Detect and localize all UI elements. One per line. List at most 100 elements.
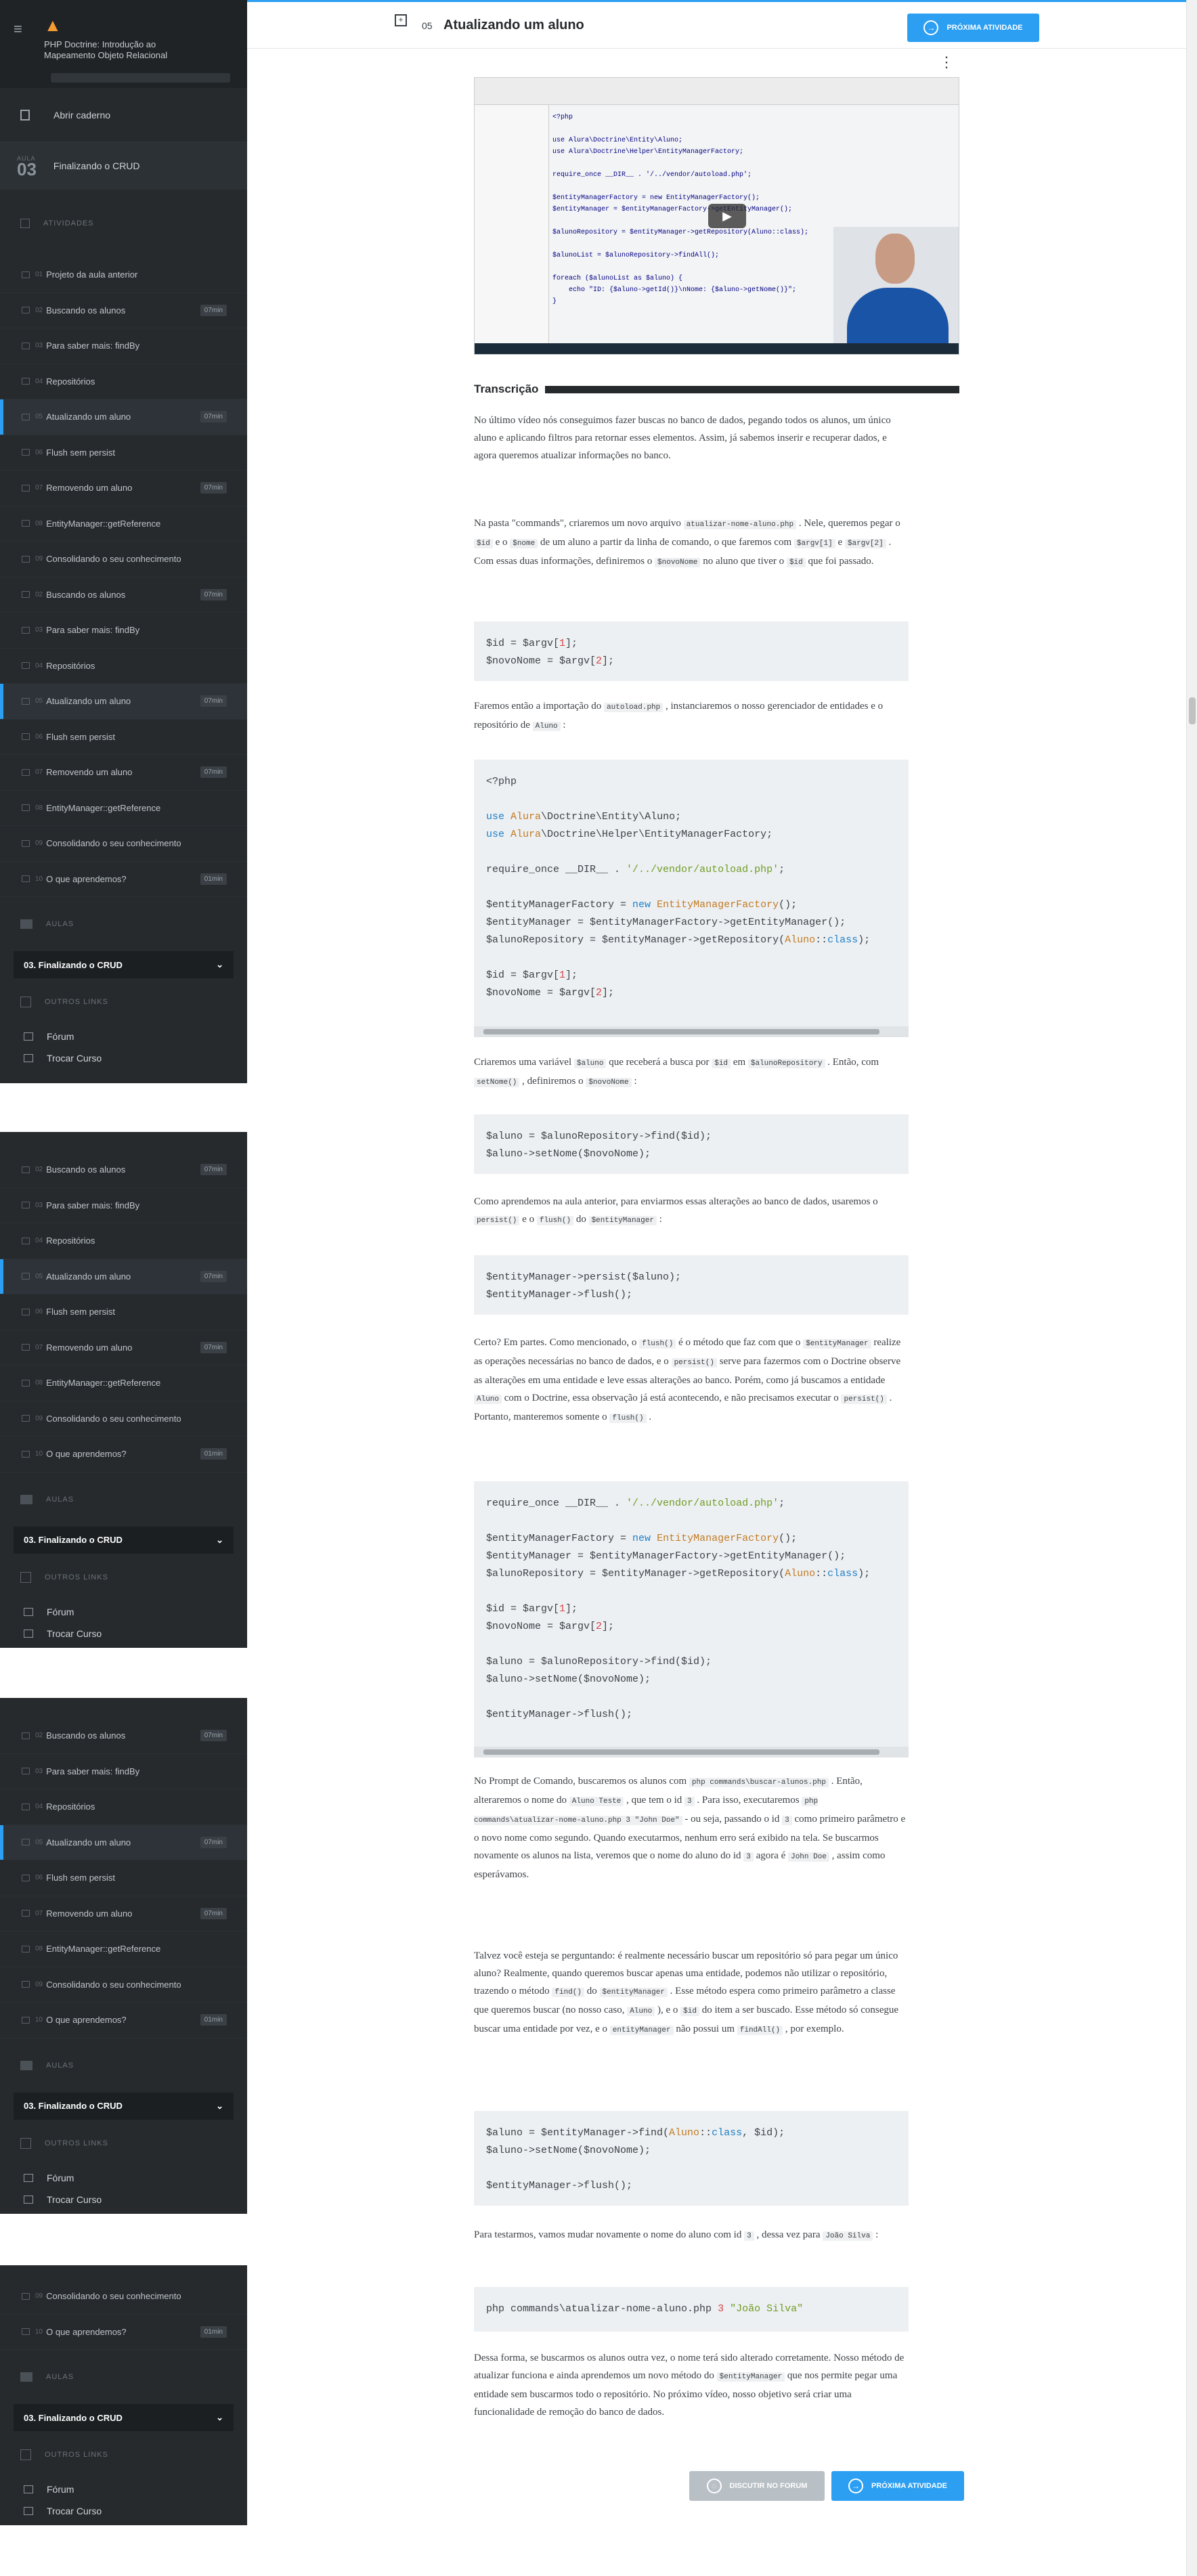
activity-item[interactable]: 03 Para saber mais: findBy (0, 1754, 247, 1789)
activity-item[interactable]: 08 EntityManager::getReference (0, 1931, 247, 1967)
activity-item[interactable]: 10 O que aprendemos? 01min (0, 2315, 247, 2350)
activity-title: Atualizando um aluno (443, 18, 584, 32)
forum-link[interactable]: Fórum (0, 2167, 247, 2189)
activity-item[interactable]: 03 Para saber mais: findBy (0, 328, 247, 364)
activity-item[interactable]: 09 Consolidando o seu conhecimento (0, 826, 247, 862)
activity-item[interactable]: 10 O que aprendemos? 01min (0, 1437, 247, 1472)
video-ide-toolbar (475, 78, 959, 105)
activity-item[interactable]: 04 Repositórios (0, 649, 247, 684)
chevron-down-icon: ⌄ (216, 2412, 223, 2422)
horizontal-scrollbar[interactable] (474, 1747, 909, 1758)
activity-item[interactable]: 08 EntityManager::getReference (0, 1366, 247, 1401)
activity-item[interactable]: 07 Removendo um aluno 07min (0, 1896, 247, 1931)
activity-item[interactable]: 02 Buscando os alunos 07min (0, 577, 247, 613)
next-activity-button[interactable]: → PRÓXIMA ATIVIDADE (907, 14, 1039, 42)
aulas-heading: AULAS (0, 897, 247, 951)
activity-item[interactable]: 10 O que aprendemos? 01min (0, 2003, 247, 2038)
code-block: $aluno = $entityManager->find(Aluno::cla… (474, 2111, 909, 2206)
paragraph: Na pasta "commands", criaremos um novo a… (474, 518, 900, 567)
sidebar-repeat: 09 Consolidando o seu conhecimento 10 O qu… (0, 2265, 247, 2525)
activity-item[interactable]: 06 Flush sem persist (0, 1860, 247, 1896)
activity-item-active[interactable]: 05 Atualizando um aluno 07min (0, 684, 247, 720)
activity-item[interactable]: 01 Projeto da aula anterior (0, 257, 247, 293)
paragraph: Certo? Em partes. Como mencionado, o flu… (474, 1337, 901, 1423)
search-bar[interactable] (0, 68, 247, 88)
activity-item-active[interactable]: 05 Atualizando um aluno 07min (0, 1259, 247, 1294)
arrow-right-icon: → (848, 2479, 863, 2493)
aulas-heading: AULAS (0, 2350, 247, 2404)
discuss-forum-button[interactable]: ◌ DISCUTIR NO FORUM (689, 2471, 825, 2501)
course-title: PHP Doctrine: Introdução ao Mapeamento O… (44, 39, 168, 60)
activity-item[interactable]: 10 O que aprendemos? 01min (0, 862, 247, 897)
code-block: require_once __DIR__ . '/../vendor/autol… (474, 1481, 909, 1758)
forum-link[interactable]: Fórum (0, 1026, 247, 1047)
activity-item[interactable]: 07 Removendo um aluno 07min (0, 755, 247, 791)
aulas-select[interactable]: 03. Finalizando o CRUD ⌄ (14, 2092, 234, 2120)
activity-item-active[interactable]: 05 Atualizando um aluno 07min (0, 1825, 247, 1860)
activity-item[interactable]: 02 Buscando os alunos 07min (0, 1718, 247, 1754)
activity-item[interactable]: 03 Para saber mais: findBy (0, 1188, 247, 1223)
activity-item[interactable]: 09 Consolidando o seu conhecimento (0, 1401, 247, 1437)
sidebar: ≡ ▲ PHP Doctrine: Introdução ao Mapeamen… (0, 0, 247, 1083)
play-icon[interactable]: ▶ (708, 204, 746, 228)
activity-item[interactable]: 04 Repositórios (0, 1789, 247, 1825)
switch-course-link[interactable]: Trocar Curso (0, 2500, 247, 2522)
activity-item[interactable]: 07 Removendo um aluno 07min (0, 1330, 247, 1366)
sidebar-repeat: 02 Buscando os alunos 07min 03 Para saber m… (0, 1698, 247, 2214)
sidebar-toggle-icon[interactable]: + (395, 14, 407, 26)
activity-item[interactable]: 06 Flush sem persist (0, 435, 247, 471)
chevron-down-icon: ⌄ (216, 1534, 223, 1545)
activity-number: 05 (422, 20, 433, 31)
video-player[interactable]: <?php use Alura\Doctrine\Entity\Aluno; u… (474, 77, 959, 355)
aulas-select[interactable]: 03. Finalizando o CRUD ⌄ (14, 951, 234, 978)
activity-item[interactable]: 08 EntityManager::getReference (0, 506, 247, 542)
video-taskbar (475, 343, 959, 354)
activity-item[interactable]: 06 Flush sem persist (0, 1294, 247, 1330)
activity-item[interactable]: 09 Consolidando o seu conhecimento (0, 1967, 247, 2003)
switch-course-link[interactable]: Trocar Curso (0, 1047, 247, 1069)
page-scrollbar[interactable] (1186, 0, 1197, 2576)
aulas-heading: AULAS (0, 1472, 247, 1527)
logo-icon: ▲ (44, 15, 62, 35)
paragraph: Faremos então a importação do autoload.p… (474, 701, 884, 731)
activity-item[interactable]: 08 EntityManager::getReference (0, 791, 247, 826)
forum-link[interactable]: Fórum (0, 2479, 247, 2500)
brand: ≡ ▲ PHP Doctrine: Introdução ao Mapeamen… (0, 0, 247, 68)
code-block: php commands\atualizar-nome-aluno.php 3 … (474, 2287, 909, 2332)
activity-item[interactable]: 02 Buscando os alunos 07min (0, 1152, 247, 1188)
other-links-heading: OUTROS LINKS (0, 978, 247, 1026)
paragraph: Como aprendemos na aula anterior, para e… (474, 1196, 878, 1225)
activity-item[interactable]: 07 Removendo um aluno 07min (0, 471, 247, 506)
activity-item[interactable]: 09 Consolidando o seu conhecimento (0, 2279, 247, 2315)
next-activity-button-footer[interactable]: → PRÓXIMA ATIVIDADE (831, 2471, 964, 2501)
forum-icon (24, 1607, 33, 1616)
paragraph: No último vídeo nós conseguimos fazer bu… (474, 415, 891, 461)
paragraph: Criaremos uma variável $aluno que recebe… (474, 1057, 879, 1087)
sidebar-repeat: 02 Buscando os alunos 07min 03 Para saber m… (0, 1132, 247, 1648)
activity-item[interactable]: 09 Consolidando o seu conhecimento (0, 542, 247, 577)
switch-course-link[interactable]: Trocar Curso (0, 2189, 247, 2210)
arrow-right-icon: → (923, 20, 939, 35)
more-options-icon[interactable]: ⋮ (933, 49, 960, 76)
activities-heading: ATIVIDADES (0, 190, 247, 257)
activity-item[interactable]: 04 Repositórios (0, 364, 247, 399)
switch-icon (24, 2195, 33, 2204)
code-block: $id = $argv[1]; $novoNome = $argv[2]; (474, 621, 909, 681)
aulas-select[interactable]: 03. Finalizando o CRUD ⌄ (14, 2404, 234, 2431)
forum-link[interactable]: Fórum (0, 1601, 247, 1623)
activity-item[interactable]: 04 Repositórios (0, 1223, 247, 1259)
open-notebook-link[interactable]: Abrir caderno (0, 88, 247, 142)
activity-item-active[interactable]: 05 Atualizando um aluno 07min (0, 399, 247, 435)
paragraph: Dessa forma, se buscarmos os alunos outr… (474, 2353, 905, 2418)
horizontal-scrollbar[interactable] (474, 1026, 909, 1037)
switch-icon (24, 1054, 33, 1062)
aulas-select[interactable]: 03. Finalizando o CRUD ⌄ (14, 1526, 234, 1554)
menu-icon[interactable]: ≡ (14, 20, 34, 41)
activity-item[interactable]: 03 Para saber mais: findBy (0, 613, 247, 649)
activity-item[interactable]: 02 Buscando os alunos 07min (0, 293, 247, 328)
aulas-heading: AULAS (0, 2038, 247, 2093)
chevron-down-icon: ⌄ (216, 2100, 223, 2111)
activity-item[interactable]: 06 Flush sem persist (0, 720, 247, 755)
switch-course-link[interactable]: Trocar Curso (0, 1623, 247, 1644)
switch-icon (24, 1629, 33, 1638)
